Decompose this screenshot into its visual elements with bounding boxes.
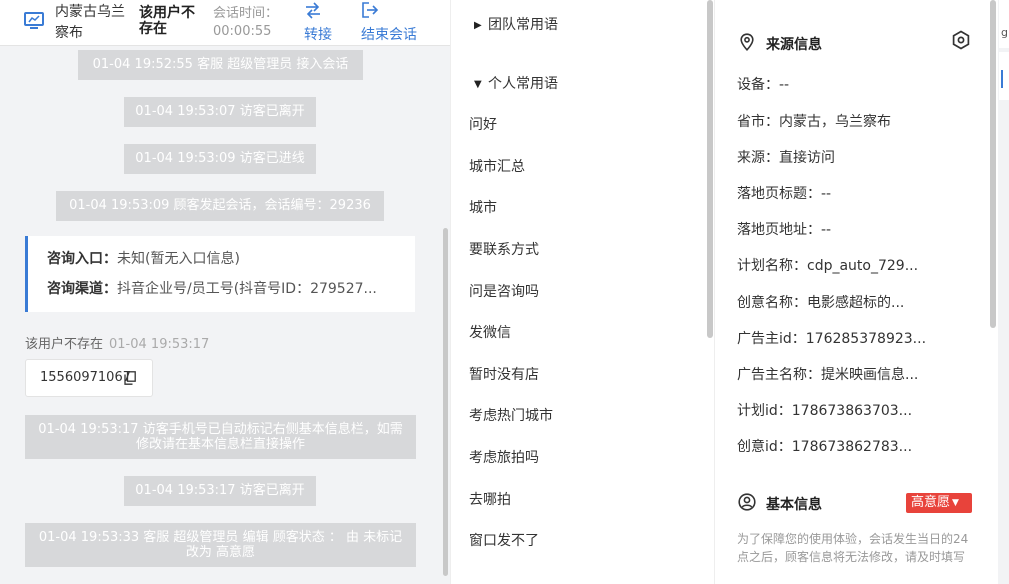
phrase-item[interactable]: 考虑热门城市 — [469, 405, 553, 425]
chat-pane: 内蒙古乌兰察布 该用户不存在 会话时间： 00:00:55 转接 结束会话 01… — [0, 0, 450, 584]
settings-icon[interactable] — [951, 30, 971, 50]
group-personal-phrases[interactable]: ▼ 个人常用语 — [474, 73, 558, 93]
monitor-icon — [24, 12, 44, 29]
basic-info-title: 基本信息 — [766, 497, 822, 513]
system-message: 01-04 19:53:33 客服 超级管理员 编辑 顾客状态 ： 由 未标记 … — [25, 523, 416, 567]
adjacent-panel-edge: g — [999, 0, 1009, 584]
group-personal-label: 个人常用语 — [488, 76, 558, 92]
info-creative-id: 创意id：178673862783... — [737, 439, 913, 455]
info-card: 来源信息 设备：-- 省市：内蒙古，乌兰察布 来源：直接访问 落地页标题：-- … — [714, 0, 998, 584]
consult-entry-value: 未知(暂无入口信息) — [117, 251, 240, 267]
source-info-title: 来源信息 — [766, 37, 822, 53]
location-pin-icon — [740, 33, 754, 51]
edge-panel-segment — [999, 0, 1009, 48]
visitor-location: 内蒙古乌兰察布 — [55, 4, 125, 41]
transfer-label: 转接 — [304, 27, 332, 43]
group-team-phrases[interactable]: ▶ 团队常用语 — [474, 14, 558, 34]
system-message: 01-04 19:53:17 访客已离开 — [124, 476, 316, 506]
info-landing-title: 落地页标题：-- — [737, 186, 832, 202]
phrase-item[interactable]: 问好 — [469, 114, 497, 134]
info-scrollbar[interactable] — [990, 0, 996, 328]
system-message: 01-04 19:53:17 访客手机号已自动标记右侧基本信息栏，如需修改请在基… — [25, 415, 416, 459]
intent-status-dropdown[interactable]: 高意愿 ▼ — [906, 493, 972, 513]
info-source: 来源：直接访问 — [737, 150, 835, 166]
consult-entry-row: 咨询入口：未知(暂无入口信息) — [47, 248, 407, 278]
phrases-pane: ▶ 团队常用语 ▼ 个人常用语 问好 城市汇总 城市 要联系方式 问是咨询吗 发微信… — [450, 0, 714, 584]
chat-scrollbar[interactable] — [443, 228, 448, 576]
intent-status-label: 高意愿 — [911, 495, 951, 510]
copy-icon[interactable] — [124, 371, 136, 385]
phrase-item[interactable]: 暂时没有店 — [469, 364, 539, 384]
phrase-item[interactable]: 窗口发不了 — [469, 530, 539, 550]
info-landing-url: 落地页地址：-- — [737, 222, 832, 238]
message-timestamp: 01-04 19:53:17 — [109, 337, 210, 352]
end-session-label: 结束会话 — [361, 27, 417, 43]
info-device: 设备：-- — [737, 77, 790, 93]
phrase-item[interactable]: 去哪拍 — [469, 489, 511, 509]
message-sender-line: 该用户不存在 01-04 19:53:17 — [25, 333, 209, 352]
transfer-icon — [306, 2, 320, 19]
consult-info-card: 咨询入口：未知(暂无入口信息) 咨询渠道：抖音企业号/员工号(抖音号ID：279… — [25, 236, 415, 312]
chat-header: 内蒙古乌兰察布 该用户不存在 会话时间： 00:00:55 转接 结束会话 — [0, 0, 450, 46]
phrase-item[interactable]: 问是咨询吗 — [469, 281, 539, 301]
info-plan-id: 计划id：178673863703... — [737, 403, 913, 419]
phone-number: 15560971067 — [40, 370, 131, 385]
system-message: 01-04 19:52:55 客服 超级管理员 接入会话 — [78, 50, 363, 80]
consult-channel-row: 咨询渠道：抖音企业号/员工号(抖音号ID：279527... — [47, 278, 407, 308]
phrase-item[interactable]: 发微信 — [469, 322, 511, 342]
caret-down-icon: ▼ — [474, 79, 482, 90]
phrases-scrollbar[interactable] — [707, 0, 713, 338]
system-message: 01-04 19:53:09 访客已进线 — [124, 144, 316, 174]
transfer-button[interactable]: 转接 — [304, 0, 340, 46]
consult-channel-value: 抖音企业号/员工号(抖音号ID：279527... — [117, 281, 377, 297]
edge-accent-line — [1001, 70, 1009, 88]
phone-message-bubble[interactable]: 15560971067 — [25, 359, 153, 397]
system-message: 01-04 19:53:07 访客已离开 — [124, 97, 316, 127]
caret-right-icon: ▶ — [474, 20, 482, 31]
info-plan-name: 计划名称：cdp_auto_729... — [737, 258, 919, 274]
exit-icon — [362, 2, 379, 18]
group-team-label: 团队常用语 — [488, 17, 558, 33]
info-advertiser-id: 广告主id：176285378923... — [737, 331, 927, 347]
info-advertiser-name: 广告主名称：提米映画信息... — [737, 367, 919, 383]
phrase-item[interactable]: 城市 — [469, 197, 497, 217]
phrase-item[interactable]: 城市汇总 — [469, 156, 525, 176]
consult-entry-label: 咨询入口： — [47, 251, 117, 267]
info-province-city: 省市：内蒙古，乌兰察布 — [737, 114, 891, 130]
info-edit-note: 为了保障您的使用体验，会话发生当日的24点之后，顾客信息将无法修改，请及时填写 — [737, 532, 969, 564]
phrase-item[interactable]: 要联系方式 — [469, 239, 539, 259]
system-message: 01-04 19:53:09 顾客发起会话，会话编号：29236 — [56, 191, 384, 221]
consult-channel-label: 咨询渠道： — [47, 281, 117, 297]
session-time-value: 00:00:55 — [213, 24, 272, 39]
caret-down-icon: ▼ — [952, 498, 959, 508]
session-time-label: 会话时间： — [213, 6, 279, 21]
info-creative-name: 创意名称：电影感超标的... — [737, 295, 905, 311]
sender-name: 该用户不存在 — [25, 337, 104, 352]
phrase-item[interactable]: 考虑旅拍吗 — [469, 447, 539, 467]
edge-glyph: g — [1001, 26, 1008, 39]
visitor-status-title: 该用户不存在 — [139, 5, 195, 37]
visitor-info-pane: 来源信息 设备：-- 省市：内蒙古，乌兰察布 来源：直接访问 落地页标题：-- … — [714, 0, 999, 584]
user-circle-icon — [738, 493, 756, 511]
end-session-button[interactable]: 结束会话 — [361, 0, 427, 46]
